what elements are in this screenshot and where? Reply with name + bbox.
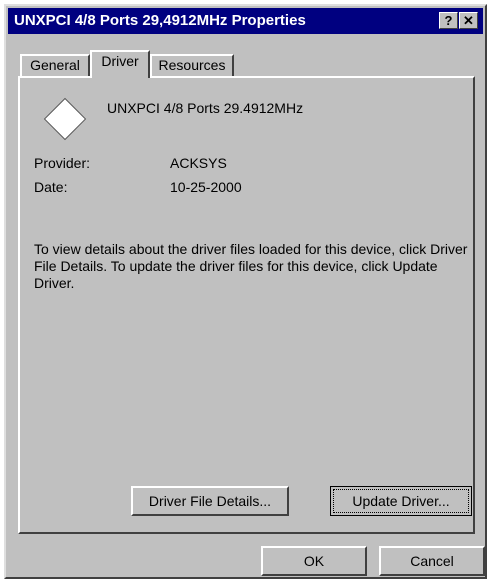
close-button[interactable]: ✕: [459, 12, 478, 29]
ok-label: OK: [303, 553, 325, 569]
tab-resources[interactable]: Resources: [150, 54, 234, 76]
cancel-button[interactable]: Cancel: [379, 546, 485, 576]
driver-tab-panel: UNXPCI 4/8 Ports 29.4912MHz Provider: AC…: [18, 76, 475, 534]
driver-description: To view details about the driver files l…: [34, 241, 468, 291]
title-bar[interactable]: UNXPCI 4/8 Ports 29,4912MHz Properties ?…: [8, 8, 483, 34]
window-title: UNXPCI 4/8 Ports 29,4912MHz Properties: [14, 12, 306, 29]
close-icon: ✕: [463, 13, 474, 28]
driver-file-details-label: Driver File Details...: [148, 493, 272, 509]
device-name: UNXPCI 4/8 Ports 29.4912MHz: [107, 100, 304, 116]
cancel-label: Cancel: [410, 553, 454, 569]
provider-value: ACKSYS: [170, 155, 227, 171]
driver-file-details-button[interactable]: Driver File Details...: [131, 486, 289, 516]
ok-button[interactable]: OK: [261, 546, 367, 576]
tab-driver[interactable]: Driver: [90, 50, 150, 78]
tab-general[interactable]: General: [20, 54, 90, 76]
date-label: Date:: [34, 179, 68, 195]
help-button[interactable]: ?: [439, 12, 458, 29]
provider-label: Provider:: [34, 155, 91, 171]
update-driver-button[interactable]: Update Driver...: [330, 486, 472, 516]
question-mark-icon: ?: [444, 13, 453, 28]
properties-dialog: UNXPCI 4/8 Ports 29,4912MHz Properties ?…: [4, 4, 487, 579]
update-driver-label: Update Driver...: [333, 489, 469, 513]
date-value: 10-25-2000: [170, 179, 242, 195]
device-diamond-icon: [43, 97, 87, 141]
